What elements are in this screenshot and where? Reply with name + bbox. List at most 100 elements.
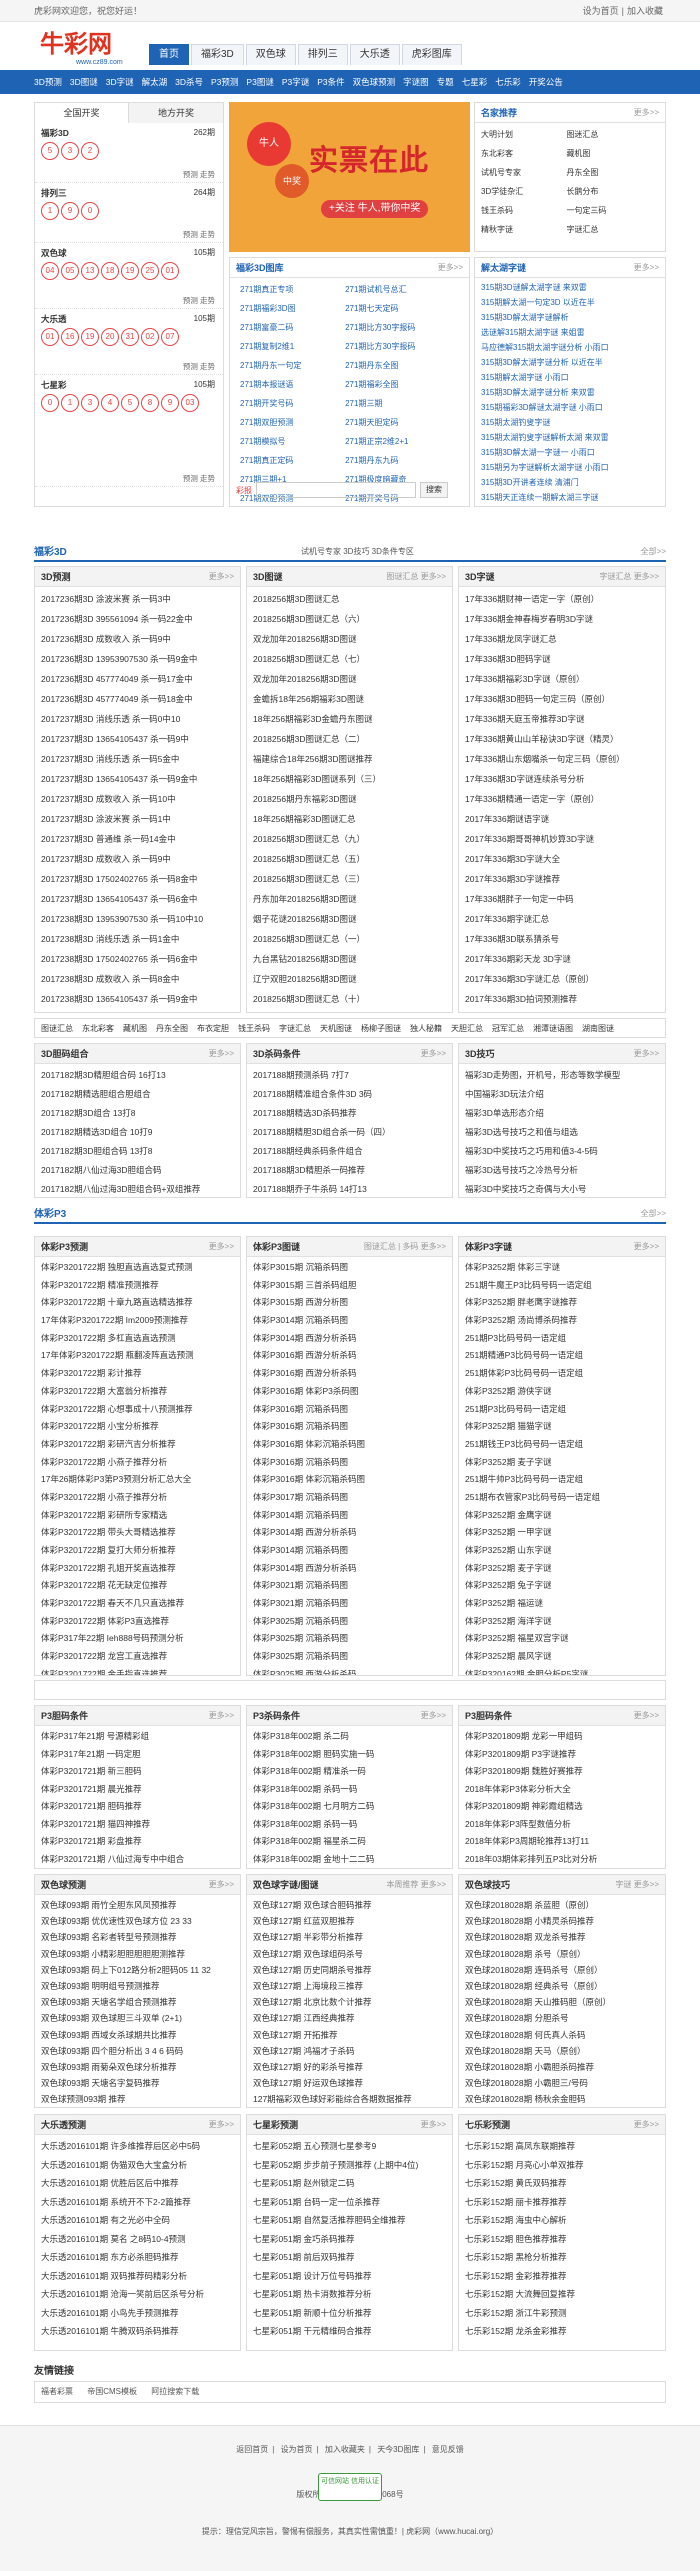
- panel-more[interactable]: 图谜汇总 | 多码 更多>>: [364, 1237, 446, 1257]
- gallery-item[interactable]: 271期双胆预测: [240, 414, 345, 431]
- list-item[interactable]: 体彩P3201722期 金手指直选推荐: [41, 1666, 234, 1675]
- list-item[interactable]: 体彩P3201809期 神彩霞组精选: [465, 1798, 659, 1816]
- list-item[interactable]: 体彩P318年002期 精准杀一码: [253, 1763, 446, 1781]
- lottery-ops-links[interactable]: 预测 走势: [183, 295, 215, 306]
- list-item[interactable]: 体彩P3014期 沉箱杀码图: [253, 1507, 446, 1525]
- list-item[interactable]: 大乐透2016101期 有之光必中全码: [41, 2211, 234, 2230]
- list-item[interactable]: 2017年336期字谜汇总: [465, 909, 659, 929]
- lottery-name[interactable]: 排列三: [41, 185, 217, 201]
- list-item[interactable]: 体彩P3201809期 魏胜好赛推荐: [465, 1763, 659, 1781]
- taihu-item[interactable]: 315期另为字谜解析太湖字谜 小雨口: [481, 460, 659, 475]
- list-item[interactable]: 体彩P3252期 晨风字谜: [465, 1648, 659, 1666]
- list-item[interactable]: 体彩P3252期 一甲字谜: [465, 1524, 659, 1542]
- list-item[interactable]: 体彩P3201722期 十章九路直选精选推荐: [41, 1294, 234, 1312]
- list-item[interactable]: 体彩P3201722期 小燕子推荐分析: [41, 1454, 234, 1472]
- list-item[interactable]: 体彩P3016期 体彩P3杀码图: [253, 1383, 446, 1401]
- list-item[interactable]: 双色球093期 西域女杀球期共比推荐: [41, 2027, 234, 2043]
- list-item[interactable]: 体彩P3016期 西游分析杀码: [253, 1347, 446, 1365]
- list-item[interactable]: 福彩3D单选形态介绍: [465, 1104, 659, 1123]
- list-item[interactable]: 体彩P3201721期 彩盘推荐: [41, 1833, 234, 1851]
- list-item[interactable]: 2017236期3D 457774049 杀一码17金中: [41, 669, 234, 689]
- list-item[interactable]: 体彩P3201722期 孔姐开奖直选推荐: [41, 1560, 234, 1578]
- list-item[interactable]: 2017188期精胆3D组合杀一码（四）: [253, 1123, 446, 1142]
- list-item[interactable]: 体彩P3252期 福星双宫字谜: [465, 1630, 659, 1648]
- strip-link[interactable]: 藏机图: [123, 1024, 147, 1033]
- subnav-item[interactable]: 开奖公告: [529, 77, 563, 87]
- gallery-item[interactable]: 271期开奖号码: [240, 395, 345, 412]
- list-item[interactable]: 体彩P3252期 山东字谜: [465, 1542, 659, 1560]
- list-item[interactable]: 2018256期3D图谜汇总（十）: [253, 989, 446, 1009]
- subnav-item[interactable]: 七星彩: [462, 77, 488, 87]
- list-item[interactable]: 2017188期精选3D杀码推荐: [253, 1104, 446, 1123]
- taihu-item[interactable]: 马应德解315期太湖字谜分析 小雨口: [481, 340, 659, 355]
- list-item[interactable]: 体彩P3201722期 精准预测推荐: [41, 1277, 234, 1295]
- list-item[interactable]: 2017237期3D 13654105437 杀一码9中: [41, 729, 234, 749]
- list-item[interactable]: 双色球2018028期 小霸胆杀码推荐: [465, 2059, 659, 2075]
- list-item[interactable]: 体彩P3201722期 龙宫工直选推荐: [41, 1648, 234, 1666]
- list-item[interactable]: 体彩P3025期 西游分析杀码: [253, 1666, 446, 1675]
- gallery-item[interactable]: 271期七天定码: [345, 300, 450, 317]
- subnav-item[interactable]: P3字谜: [282, 77, 309, 87]
- list-item[interactable]: 福彩3D选号技巧之和值与组选: [465, 1123, 659, 1142]
- gallery-item[interactable]: 271期真正定码: [240, 452, 345, 469]
- list-item[interactable]: 体彩P3021期 沉箱杀码图: [253, 1595, 446, 1613]
- list-item[interactable]: 体彩P3017期 沉箱杀码图: [253, 1489, 446, 1507]
- list-item[interactable]: 七星彩051期 新顺十位分析推荐: [253, 2304, 446, 2323]
- search-input[interactable]: [256, 482, 416, 498]
- taihu-item[interactable]: 315期3D解太湖字谜解析: [481, 310, 659, 325]
- list-item[interactable]: 251期牛魔王P3比码号码一语定组: [465, 1277, 659, 1295]
- trust-badge[interactable]: 可信网站 信用认证: [318, 2473, 382, 2501]
- taihu-item[interactable]: 315期解太湖一句定3D 以近在半: [481, 295, 659, 310]
- gallery-item[interactable]: 271期丹东全图: [345, 357, 450, 374]
- list-item[interactable]: 体彩P3201722期 彩研汽吉分析推荐: [41, 1436, 234, 1454]
- list-item[interactable]: 2018年体彩P3阵型数值分析: [465, 1816, 659, 1834]
- list-item[interactable]: 双色球127期 开拓推荐: [253, 2027, 446, 2043]
- strip-link[interactable]: 丹东全图: [156, 1024, 188, 1033]
- list-item[interactable]: 17年336期3D胆码字谜: [465, 649, 659, 669]
- list-item[interactable]: 18年256期福彩3D图谜汇总: [253, 809, 446, 829]
- gallery-item[interactable]: 271期三期: [345, 395, 450, 412]
- list-item[interactable]: 体彩P3201722期 多杠直选直选预测: [41, 1330, 234, 1348]
- list-item[interactable]: 七星彩051期 前后双码推荐: [253, 2248, 446, 2267]
- list-item[interactable]: 大乐透2016101期 莫名 之8码10-4预测: [41, 2230, 234, 2249]
- list-item[interactable]: 体彩P3014期 沉箱杀码图: [253, 1312, 446, 1330]
- subnav-item[interactable]: 3D图谜: [70, 77, 98, 87]
- list-item[interactable]: 中国福彩3D玩法介绍: [465, 1085, 659, 1104]
- list-item[interactable]: 双色球2018028期 杀号（原创）: [465, 1946, 659, 1962]
- list-item[interactable]: 福彩3D选号技巧之冷热号分析: [465, 1161, 659, 1180]
- list-item[interactable]: 福彩3D走势图，开机号，形态等数学模型: [465, 1066, 659, 1085]
- list-item[interactable]: 双色球127期 好的彩杀号推荐: [253, 2059, 446, 2075]
- list-item[interactable]: 双龙加年2018256期3D图谜: [253, 629, 446, 649]
- list-item[interactable]: 2018256期3D图谜汇总（七）: [253, 649, 446, 669]
- list-item[interactable]: 251期布衣管家P3比码号码一语定组: [465, 1489, 659, 1507]
- recommend-item[interactable]: 长鹅分布: [566, 182, 651, 201]
- list-item[interactable]: 体彩P3201722期 复打大师分析推荐: [41, 1542, 234, 1560]
- list-item[interactable]: 七乐彩152期 胆色推荐推荐: [465, 2230, 659, 2249]
- list-item[interactable]: 七乐彩152期 黑枪分析推荐: [465, 2248, 659, 2267]
- list-item[interactable]: 体彩P3201722期 小燕子推荐分析: [41, 1489, 234, 1507]
- list-item[interactable]: 251期P3比码号码一语定组: [465, 1330, 659, 1348]
- list-item[interactable]: 17年体彩P3201722期 瓶翻凌阵直选预测: [41, 1347, 234, 1365]
- list-item[interactable]: 17年336期黄山山羊秘诀3D字谜（精灵）: [465, 729, 659, 749]
- list-item[interactable]: 大乐透2016101期 东方必杀胆码推荐: [41, 2248, 234, 2267]
- list-item[interactable]: 体彩P3252期 麦子字谜: [465, 1560, 659, 1578]
- list-item[interactable]: 2017年336期彩天龙 3D字谜: [465, 949, 659, 969]
- recommend-item[interactable]: 大明计划: [481, 125, 566, 144]
- strip-link[interactable]: 图谜汇总: [41, 1024, 73, 1033]
- recommend-item[interactable]: 字谜汇总: [566, 220, 651, 239]
- list-item[interactable]: 大乐透2016101期 优胜后区后中推荐: [41, 2174, 234, 2193]
- list-item[interactable]: 体彩P3014期 西游分析杀码: [253, 1524, 446, 1542]
- list-item[interactable]: 大乐透2016101期 沧海一笑前后区杀号分析: [41, 2285, 234, 2304]
- list-item[interactable]: 2017236期3D 成数收入 杀一码9中: [41, 629, 234, 649]
- strip-link[interactable]: 布衣定胆: [197, 1024, 229, 1033]
- list-item[interactable]: 2018256期3D图谜汇总: [253, 589, 446, 609]
- list-item[interactable]: 体彩P3252期 汤尚博杀码推荐: [465, 1312, 659, 1330]
- gallery-item[interactable]: 271期正宗2维2+1: [345, 433, 450, 450]
- list-item[interactable]: 2017238期3D 消线乐透 杀一码1金中: [41, 929, 234, 949]
- list-item[interactable]: 2018256期3D图谜汇总（一）: [253, 929, 446, 949]
- list-item[interactable]: 17年336期3D胆码一句定三码（原创）: [465, 689, 659, 709]
- subnav-item[interactable]: 专题: [437, 77, 454, 87]
- recommend-item[interactable]: 东北彩客: [481, 144, 566, 163]
- taihu-item[interactable]: 315期3D解太湖字谜分析 以近在半: [481, 355, 659, 370]
- list-item[interactable]: 双色球127期 江西经典推荐: [253, 2010, 446, 2026]
